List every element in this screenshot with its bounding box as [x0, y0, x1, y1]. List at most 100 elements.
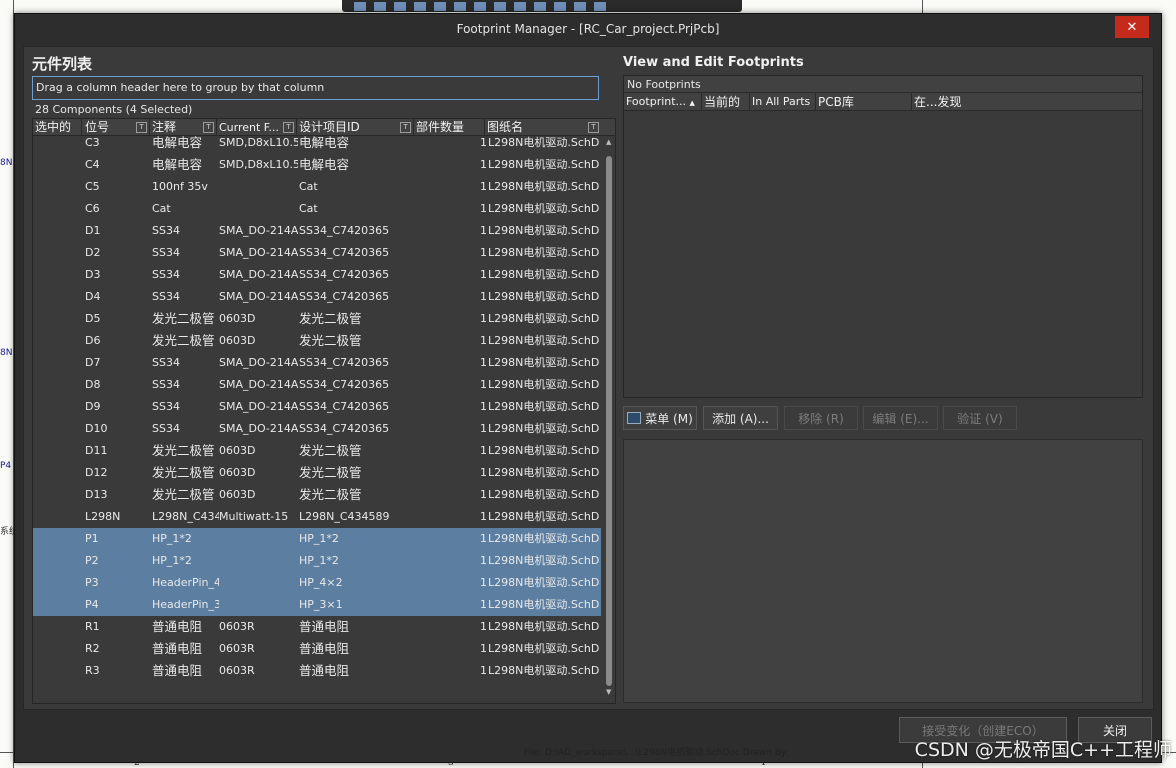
current-footprint-cell — [219, 198, 298, 220]
table-row[interactable]: D4 SS34 SMA_DO-214AC SS34_C7420365 1 L298N电机驱… — [33, 286, 601, 308]
sheet-name-cell: L298N电机驱动.SchDoc — [488, 180, 600, 193]
designator-cell: L298N — [85, 510, 121, 523]
part-count-cell: 1 — [480, 642, 487, 655]
view-edit-footprints-title: View and Edit Footprints — [623, 55, 804, 70]
table-row[interactable]: D10 SS34 SMA_DO-214AC SS34_C7420365 1 L298N电机… — [33, 418, 601, 440]
comment-cell: SS34 — [152, 290, 180, 303]
dialog-content: 元件列表 Drag a column header here to group … — [23, 46, 1154, 710]
menu-button[interactable]: 菜单 (M) — [623, 406, 697, 430]
column-header-found-in[interactable]: 在...发现 — [912, 93, 1142, 111]
table-row[interactable]: D2 SS34 SMA_DO-214AC SS34_C7420365 1 L298N电机驱… — [33, 242, 601, 264]
table-row[interactable]: D13 发光二极管 0603D 发光二极管 1 L298N电机驱动.SchDoc — [33, 484, 601, 506]
table-row[interactable]: L298NL298N_C434589Multiwatt-15L298N_C434… — [33, 506, 601, 528]
designator-cell: D13 — [85, 488, 108, 501]
table-row[interactable]: D9 SS34 SMA_DO-214AC SS34_C7420365 1 L298N电机驱… — [33, 396, 601, 418]
comment-cell: SS34 — [152, 400, 180, 413]
close-icon[interactable]: ✕ — [1115, 16, 1149, 38]
sheet-name-cell: L298N电机驱动.SchDoc — [488, 268, 600, 281]
current-footprint-cell — [219, 572, 298, 594]
comment-cell: SS34 — [152, 268, 180, 281]
schematic-file-path: File: D:\AD_workspace\...\L298N电机驱动.SchD… — [524, 748, 789, 758]
component-count: 28 Components (4 Selected) — [35, 103, 193, 116]
sheet-name-cell: L298N电机驱动.SchDoc — [488, 510, 600, 523]
current-footprint-cell: SMA_DO-214AC — [219, 268, 298, 281]
table-row[interactable]: D5 发光二极管 0603D 发光二极管 1 L298N电机驱动.SchDoc — [33, 308, 601, 330]
column-header-footprint[interactable]: Footprint... ▲ — [624, 93, 702, 111]
part-count-cell: 1 — [480, 180, 487, 193]
part-count-cell: 1 — [480, 510, 487, 523]
remove-button[interactable]: 移除 (R) — [784, 406, 858, 430]
sheet-name-cell: L298N电机驱动.SchDoc — [488, 224, 600, 237]
current-footprint-cell: SMA_DO-214AC — [219, 290, 298, 303]
current-footprint-cell: 0603D — [219, 488, 256, 501]
table-row[interactable]: R2 普通电阻 0603R 普通电阻 1 L298N电机驱动.SchDoc — [33, 638, 601, 660]
design-item-id-cell: SS34_C7420365 — [299, 268, 390, 281]
group-by-drop-area[interactable]: Drag a column header here to group by th… — [32, 76, 599, 100]
dialog-titlebar[interactable]: Footprint Manager - [RC_Car_project.PrjP… — [15, 14, 1161, 44]
part-count-cell: 1 — [480, 598, 487, 611]
design-item-id-cell: 发光二极管 — [299, 311, 362, 326]
edit-button[interactable]: 编辑 (E)... — [863, 406, 938, 430]
add-button[interactable]: 添加 (A)... — [703, 406, 778, 430]
design-item-id-cell: Cat — [299, 180, 318, 193]
comment-cell: 100nf 35v — [152, 180, 208, 193]
current-footprint-cell: 0603R — [219, 664, 255, 677]
table-row[interactable]: C5 100nf 35v Cat 1 L298N电机驱动.SchDoc — [33, 176, 601, 198]
sheet-name-cell: L298N电机驱动.SchDoc — [488, 246, 600, 259]
column-header-in-all-parts[interactable]: In All Parts — [750, 93, 816, 111]
table-row[interactable]: C6 Cat Cat 1 L298N电机驱动.SchDoc — [33, 198, 601, 220]
scrollbar-thumb[interactable] — [606, 156, 612, 686]
comment-cell: 普通电阻 — [152, 641, 203, 656]
no-footprints-label: No Footprints — [624, 76, 1142, 93]
table-row[interactable]: D12 发光二极管 0603D 发光二极管 1 L298N电机驱动.SchDoc — [33, 462, 601, 484]
current-footprint-cell: 0603D — [219, 444, 256, 457]
table-row[interactable]: D3 SS34 SMA_DO-214AC SS34_C7420365 1 L298N电机驱… — [33, 264, 601, 286]
table-row[interactable]: R1 普通电阻 0603R 普通电阻 1 L298N电机驱动.SchDoc — [33, 616, 601, 638]
column-header-current[interactable]: 当前的 — [702, 93, 750, 111]
designator-cell: D12 — [85, 466, 108, 479]
table-row[interactable]: D11 发光二极管 0603D 发光二极管 1 L298N电机驱动.SchDoc — [33, 440, 601, 462]
component-list-title: 元件列表 — [32, 55, 93, 73]
component-grid-scrollbar[interactable]: ▲ ▼ — [603, 136, 615, 696]
table-row[interactable]: D6 发光二极管 0603D 发光二极管 1 L298N电机驱动.SchDoc — [33, 330, 601, 352]
design-item-id-cell: 普通电阻 — [299, 663, 350, 678]
footprint-actions: 菜单 (M) 添加 (A)... 移除 (R) 编辑 (E)... 验证 (V) — [623, 406, 1143, 432]
sheet-name-cell: L298N电机驱动.SchDoc — [488, 312, 600, 325]
table-row[interactable]: R3 普通电阻 0603R 普通电阻 1 L298N电机驱动.SchDoc — [33, 660, 601, 682]
current-footprint-cell: SMD,D8xL10.5mm — [219, 136, 298, 149]
table-row[interactable]: P2 HP_1*2 HP_1*2 1 L298N电机驱动.SchDoc — [33, 550, 601, 572]
scroll-down-icon[interactable]: ▼ — [606, 688, 611, 696]
comment-cell: SS34 — [152, 356, 180, 369]
comment-cell: HP_1*2 — [152, 532, 192, 545]
design-item-id-cell: HP_4×2 — [299, 576, 343, 589]
current-footprint-cell — [219, 528, 298, 550]
sheet-name-cell: L298N电机驱动.SchDoc — [488, 664, 600, 677]
part-count-cell: 1 — [480, 620, 487, 633]
footprint-grid-header: Footprint... ▲ 当前的 In All Parts PCB库 在..… — [624, 93, 1142, 111]
design-item-id-cell: SS34_C7420365 — [299, 224, 390, 237]
design-item-id-cell: SS34_C7420365 — [299, 356, 390, 369]
table-row[interactable]: P1 HP_1*2 HP_1*2 1 L298N电机驱动.SchDoc — [33, 528, 601, 550]
current-footprint-cell: Multiwatt-15 — [219, 510, 289, 523]
table-row[interactable]: D8 SS34 SMA_DO-214AC SS34_C7420365 1 L298N电机驱… — [33, 374, 601, 396]
table-row[interactable]: C3电解电容SMD,D8xL10.5mm电解电容1L298N电机驱动.SchDo… — [33, 132, 601, 154]
design-item-id-cell: HP_1*2 — [299, 554, 339, 567]
current-footprint-cell: SMA_DO-214AC — [219, 378, 298, 391]
column-header-pcb-library[interactable]: PCB库 — [816, 93, 912, 111]
designator-cell: C3 — [85, 136, 100, 149]
validate-button[interactable]: 验证 (V) — [943, 406, 1017, 430]
schematic-toolbar — [342, 0, 742, 12]
current-footprint-cell: SMA_DO-214AC — [219, 246, 298, 259]
current-footprint-cell — [219, 176, 298, 198]
table-row[interactable]: C4电解电容SMD,D8xL10.5mm电解电容1L298N电机驱动.SchDo… — [33, 154, 601, 176]
sheet-name-cell: L298N电机驱动.SchDoc — [488, 466, 600, 479]
designator-cell: C6 — [85, 202, 100, 215]
table-row[interactable]: P3 HeaderPin_4 HP_4×2 1 L298N电机驱动.SchDoc — [33, 572, 601, 594]
comment-cell: 电解电容 — [152, 135, 203, 150]
design-item-id-cell: SS34_C7420365 — [299, 290, 390, 303]
scroll-up-icon[interactable]: ▲ — [606, 138, 611, 146]
table-row[interactable]: D7 SS34 SMA_DO-214AC SS34_C7420365 1 L298N电机驱… — [33, 352, 601, 374]
table-row[interactable]: P4 HeaderPin_3 HP_3×1 1 L298N电机驱动.SchDoc — [33, 594, 601, 616]
table-row[interactable]: D1 SS34 SMA_DO-214AC SS34_C7420365 1 L298N电机驱… — [33, 220, 601, 242]
designator-cell: R2 — [85, 642, 100, 655]
